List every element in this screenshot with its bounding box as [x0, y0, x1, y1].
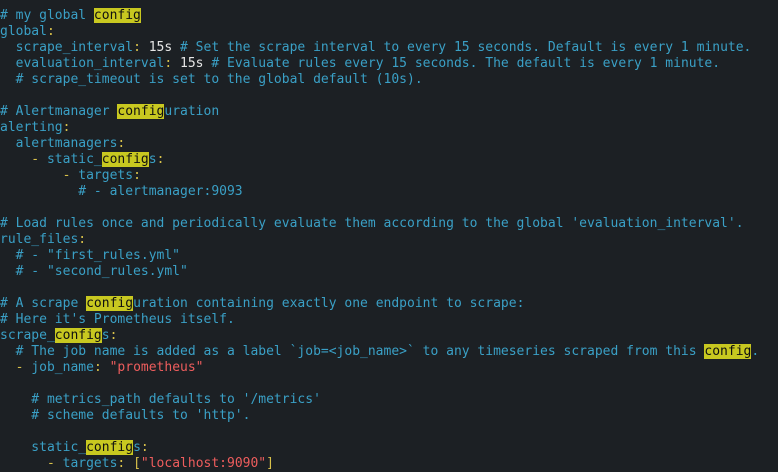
code-token: # Alertmanager — [0, 104, 118, 119]
yaml-editor[interactable]: # my global config global: scrape_interva… — [0, 0, 778, 472]
code-token: : — [133, 168, 141, 183]
code-token: alertmanagers — [0, 136, 118, 151]
code-line[interactable]: # scheme defaults to 'http'. — [0, 408, 778, 424]
search-highlight: config — [54, 328, 102, 343]
code-token: : — [164, 56, 181, 71]
code-token: targets — [78, 168, 134, 183]
code-token: : [ — [117, 456, 141, 471]
code-token: # Here it's Prometheus itself. — [0, 312, 235, 327]
code-line[interactable]: alertmanagers: — [0, 136, 778, 152]
code-line[interactable] — [0, 376, 778, 392]
code-token: static_ — [0, 440, 87, 455]
code-line[interactable]: - targets: ["localhost:9090"] — [0, 456, 778, 472]
code-token: s — [101, 328, 110, 343]
code-token: : — [117, 136, 126, 151]
code-token: : — [109, 328, 118, 343]
code-token: : — [140, 440, 149, 455]
code-token: : — [46, 24, 55, 39]
code-token: scrape_interval — [0, 40, 134, 55]
code-token: - — [0, 168, 79, 183]
code-token: - — [0, 152, 47, 167]
code-line[interactable] — [0, 424, 778, 440]
code-token: # Evaluate rules every 15 seconds. The d… — [203, 56, 721, 71]
code-line[interactable]: scrape_configs: — [0, 328, 778, 344]
code-token: : — [78, 232, 87, 247]
code-token: "prometheus" — [109, 360, 204, 375]
code-token: . — [751, 344, 760, 359]
code-token: 15s — [148, 40, 173, 55]
code-token: scrape_ — [0, 328, 55, 343]
code-line[interactable]: # Here it's Prometheus itself. — [0, 312, 778, 328]
code-token: # - alertmanager:9093 — [0, 184, 243, 199]
code-token: # metrics_path defaults to '/metrics' — [0, 392, 321, 407]
code-token: s — [148, 152, 157, 167]
code-line[interactable]: # Load rules once and periodically evalu… — [0, 216, 778, 232]
code-token: uration containing exactly one endpoint … — [133, 296, 525, 311]
code-token: targets — [62, 456, 118, 471]
code-line[interactable]: - targets: — [0, 168, 778, 184]
code-token: # The job name is added as a label `job=… — [0, 344, 705, 359]
code-line[interactable] — [0, 280, 778, 296]
search-highlight: config — [704, 344, 752, 359]
code-line[interactable]: # scrape_timeout is set to the global de… — [0, 72, 778, 88]
code-token: : — [133, 40, 149, 55]
code-line[interactable]: - static_configs: — [0, 152, 778, 168]
code-token: evaluation_interval — [0, 56, 165, 71]
code-token: # Load rules once and periodically evalu… — [0, 216, 744, 231]
code-token: 15s — [180, 56, 204, 71]
search-highlight: config — [93, 8, 141, 23]
code-token: alerting — [0, 120, 63, 135]
search-highlight: config — [86, 440, 134, 455]
code-token: job_name — [31, 360, 94, 375]
code-line[interactable] — [0, 88, 778, 104]
search-highlight: config — [86, 296, 134, 311]
code-token: # - "first_rules.yml" — [0, 248, 181, 263]
code-token: : — [93, 360, 110, 375]
code-line[interactable]: - job_name: "prometheus" — [0, 360, 778, 376]
code-token: "localhost:9090" — [140, 456, 267, 471]
code-token: # A scrape — [0, 296, 87, 311]
code-token: static_ — [46, 152, 102, 167]
code-token: ] — [266, 456, 274, 471]
code-token: : — [62, 120, 71, 135]
code-line[interactable]: global: — [0, 24, 778, 40]
code-token: # - "second_rules.yml" — [0, 264, 188, 279]
code-token: global — [0, 24, 47, 39]
code-line[interactable]: evaluation_interval: 15s # Evaluate rule… — [0, 56, 778, 72]
code-line[interactable]: # The job name is added as a label `job=… — [0, 344, 778, 360]
code-line[interactable]: alerting: — [0, 120, 778, 136]
code-token: # scheme defaults to 'http'. — [0, 408, 251, 423]
code-token: - — [0, 360, 32, 375]
code-line[interactable]: # - "second_rules.yml" — [0, 264, 778, 280]
code-token: # my global — [0, 8, 94, 23]
code-line[interactable]: scrape_interval: 15s # Set the scrape in… — [0, 40, 778, 56]
code-line[interactable]: # my global config — [0, 8, 778, 24]
code-line[interactable]: # - "first_rules.yml" — [0, 248, 778, 264]
code-token: # scrape_timeout is set to the global de… — [0, 72, 423, 87]
code-token: - — [0, 456, 63, 471]
search-highlight: config — [117, 104, 165, 119]
code-line[interactable]: # - alertmanager:9093 — [0, 184, 778, 200]
code-line[interactable]: # Alertmanager configuration — [0, 104, 778, 120]
code-line[interactable] — [0, 200, 778, 216]
code-line[interactable]: static_configs: — [0, 440, 778, 456]
code-token: # Set the scrape interval to every 15 se… — [172, 40, 752, 55]
code-line[interactable]: # metrics_path defaults to '/metrics' — [0, 392, 778, 408]
search-highlight: config — [101, 152, 149, 167]
code-line[interactable]: # A scrape configuration containing exac… — [0, 296, 778, 312]
code-line[interactable]: rule_files: — [0, 232, 778, 248]
code-token: uration — [164, 104, 220, 119]
code-token: s — [133, 440, 141, 455]
code-token: : — [156, 152, 165, 167]
code-token: rule_files — [0, 232, 79, 247]
